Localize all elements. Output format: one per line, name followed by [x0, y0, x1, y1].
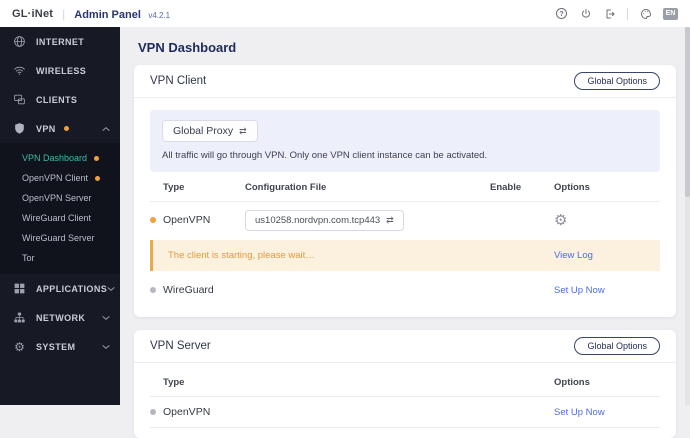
client-table-header: Type Configuration File Enable Options [150, 172, 660, 201]
logout-icon[interactable] [603, 7, 616, 20]
wifi-icon [13, 64, 26, 77]
client-global-options-button[interactable]: Global Options [574, 72, 660, 90]
row-type-label: WireGuard [163, 284, 214, 296]
options-gear-icon[interactable]: ⚙ [554, 213, 660, 228]
sidebar-item-openvpn-server[interactable]: OpenVPN Server [0, 188, 120, 208]
setup-now-link[interactable]: Set Up Now [554, 407, 660, 418]
chevron-down-icon [102, 309, 110, 327]
sidebar-item-label: SYSTEM [36, 341, 76, 352]
vpn-submenu: VPN Dashboard OpenVPN Client OpenVPN Ser… [0, 143, 120, 274]
gear-icon: ⚙ [14, 339, 25, 354]
page-title: VPN Dashboard [138, 40, 237, 55]
config-file-button[interactable]: us10258.nordvpn.com.tcp443 ⇄ [245, 209, 404, 231]
sidebar-item-wireless[interactable]: WIRELESS [0, 56, 120, 85]
sidebar-item-vpn-dashboard[interactable]: VPN Dashboard [0, 148, 120, 168]
shield-icon [13, 122, 26, 135]
col-config: Configuration File [245, 182, 327, 193]
sidebar-item-network[interactable]: NETWORK [0, 303, 120, 332]
grid-icon [13, 282, 26, 295]
vpn-server-card: VPN Server Global Options Type Options O… [134, 330, 676, 438]
scrollbar-thumb[interactable] [685, 27, 690, 197]
client-status-banner: The client is starting, please wait… Vie… [150, 240, 660, 271]
notification-dot [63, 126, 69, 131]
status-dot [150, 409, 156, 415]
server-global-options-button[interactable]: Global Options [574, 337, 660, 355]
power-icon[interactable] [579, 7, 592, 20]
proxy-mode-button[interactable]: Global Proxy ⇄ [162, 120, 258, 142]
sidebar-item-label: NETWORK [36, 312, 86, 323]
status-message: The client is starting, please wait… [168, 250, 315, 261]
server-table-header: Type Options [150, 367, 660, 396]
setup-now-link[interactable]: Set Up Now [554, 285, 660, 296]
chevron-down-icon [102, 338, 110, 356]
swap-icon: ⇄ [239, 125, 247, 136]
sidebar-item-internet[interactable]: INTERNET [0, 27, 120, 56]
sidebar-item-tor[interactable]: Tor [0, 248, 120, 268]
sidebar-item-label: INTERNET [36, 36, 85, 47]
sidebar-item-openvpn-client[interactable]: OpenVPN Client [0, 168, 120, 188]
sidebar-item-wireguard-client[interactable]: WireGuard Client [0, 208, 120, 228]
status-dot [150, 287, 156, 293]
app-title: Admin Panel [74, 8, 141, 21]
language-badge[interactable]: EN [663, 7, 678, 20]
table-row-openvpn-server: OpenVPN Set Up Now [150, 397, 660, 427]
vpn-client-card: VPN Client Global Options Global Proxy ⇄… [134, 65, 676, 317]
notification-dot [95, 175, 101, 181]
table-row-openvpn: OpenVPN us10258.nordvpn.com.tcp443 ⇄ ⚙ [150, 202, 660, 238]
header-separator: | [62, 6, 66, 21]
main-content: VPN Dashboard VPN Client Global Options … [120, 27, 690, 438]
sidebar-item-wireguard-server[interactable]: WireGuard Server [0, 228, 120, 248]
sidebar-item-system[interactable]: ⚙ SYSTEM [0, 332, 120, 361]
scrollbar[interactable] [685, 27, 690, 405]
row-type-label: OpenVPN [163, 214, 211, 226]
chevron-down-icon [107, 280, 115, 298]
col-type: Type [163, 377, 185, 388]
sidebar-item-label: APPLICATIONS [36, 283, 108, 294]
proxy-description: All traffic will go through VPN. Only on… [162, 150, 488, 161]
sidebar-item-label: WIRELESS [36, 65, 87, 76]
sidebar: INTERNET WIRELESS CLIENTS VPN VPN Dashbo… [0, 27, 120, 405]
sidebar-item-label: CLIENTS [36, 94, 78, 105]
swap-icon: ⇄ [386, 214, 394, 225]
sitemap-icon [13, 311, 26, 324]
row-type-label: OpenVPN [163, 406, 211, 418]
divider [150, 427, 660, 428]
global-proxy-banner: Global Proxy ⇄ All traffic will go throu… [150, 110, 660, 172]
chevron-up-icon [102, 120, 110, 138]
table-row-wireguard: WireGuard Set Up Now [150, 273, 660, 307]
col-type: Type [163, 182, 185, 193]
col-options: Options [554, 182, 590, 193]
devices-icon [13, 93, 26, 106]
vpn-server-title: VPN Server [150, 340, 211, 352]
top-header: GL·iNet | Admin Panel v4.2.1 ? EN [0, 0, 690, 27]
help-icon[interactable]: ? [555, 7, 568, 20]
header-divider [627, 7, 628, 20]
status-dot [150, 217, 156, 223]
theme-palette-icon[interactable] [639, 7, 652, 20]
sidebar-item-label: VPN [36, 123, 56, 134]
gl-inet-logo: GL·iNet [12, 7, 54, 20]
app-version: v4.2.1 [148, 10, 171, 20]
vpn-client-title: VPN Client [150, 75, 207, 87]
view-log-link[interactable]: View Log [554, 250, 660, 261]
sidebar-item-applications[interactable]: APPLICATIONS [0, 274, 120, 303]
notification-dot [94, 155, 100, 161]
col-options: Options [554, 377, 590, 388]
col-enable: Enable [490, 182, 522, 193]
sidebar-item-clients[interactable]: CLIENTS [0, 85, 120, 114]
sidebar-item-vpn[interactable]: VPN [0, 114, 120, 143]
globe-icon [13, 35, 26, 48]
